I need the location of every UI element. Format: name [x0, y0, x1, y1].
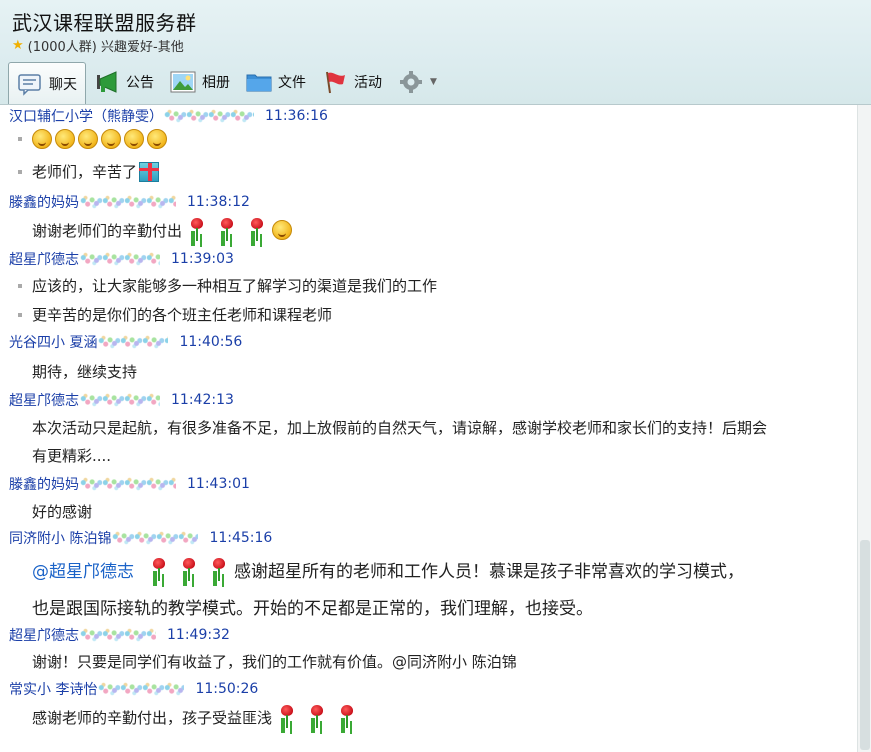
blush-emoji-icon	[124, 129, 144, 149]
chevron-down-icon: ▼	[430, 77, 437, 87]
tab-album-label: 相册	[202, 75, 230, 91]
message-sender[interactable]: 汉口辅仁小学（熊静雯） 11:36:16	[9, 106, 328, 126]
message-line: 更辛苦的是你们的各个班主任老师和课程老师	[18, 304, 332, 325]
message-sender[interactable]: 滕鑫的妈妈 11:38:12	[9, 192, 250, 212]
rose-icon	[249, 218, 265, 242]
rose-icon	[211, 557, 227, 582]
sad-emoji-icon	[55, 129, 75, 149]
group-subtitle: ★ (1000人群) 兴趣爱好-其他	[12, 36, 184, 55]
group-header: 武汉课程联盟服务群 ★ (1000人群) 兴趣爱好-其他 聊天 公告 相册 文件…	[0, 0, 871, 105]
message-line: 感谢老师的辛勤付出，孩子受益匪浅	[18, 705, 362, 729]
rose-icon	[189, 218, 205, 242]
message-sender[interactable]: 光谷四小 夏涵 11:40:56	[9, 332, 242, 352]
folder-icon	[246, 70, 272, 94]
message-sender[interactable]: 超星邝德志 11:42:13	[9, 390, 234, 410]
photo-icon	[170, 70, 196, 94]
masked-id	[80, 628, 156, 642]
smile-emoji-icon	[32, 129, 52, 149]
tab-announcement-label: 公告	[126, 75, 154, 91]
scrollbar-thumb[interactable]	[860, 540, 870, 750]
message-line: 有更精彩....	[32, 447, 112, 465]
rose-icon	[309, 705, 325, 729]
rose-icon	[181, 557, 197, 582]
message-sender[interactable]: 滕鑫的妈妈 11:43:01	[9, 474, 250, 494]
mention-link[interactable]: @超星邝德志	[32, 557, 134, 582]
gift-icon	[139, 161, 160, 182]
grin-emoji-icon	[78, 129, 98, 149]
tab-files-label: 文件	[278, 75, 306, 91]
message-line: 也是跟国际接轨的教学模式。开始的不足都是正常的，我们理解，也接受。	[32, 599, 593, 619]
tab-activity-label: 活动	[354, 75, 382, 91]
group-info: (1000人群) 兴趣爱好-其他	[27, 40, 184, 55]
masked-id	[80, 195, 176, 209]
masked-id	[80, 393, 160, 407]
rose-icon	[339, 705, 355, 729]
tab-chat-label: 聊天	[49, 76, 77, 93]
rose-icon	[151, 557, 167, 582]
smile-emoji-icon	[272, 220, 293, 240]
group-title: 武汉课程联盟服务群	[12, 11, 197, 35]
star-icon: ★	[12, 38, 24, 53]
message-line	[18, 129, 170, 149]
masked-id	[80, 252, 160, 266]
chat-history[interactable]: 汉口辅仁小学（熊静雯） 11:36:16 老师们，辛苦了 滕鑫的妈妈 11:38…	[0, 105, 858, 752]
tab-album[interactable]: 相册	[162, 63, 238, 101]
settings-button[interactable]: ▼	[390, 63, 445, 101]
masked-id	[164, 109, 254, 123]
rose-icon	[279, 705, 295, 729]
rose-icon	[219, 218, 235, 242]
message-sender[interactable]: 超星邝德志 11:39:03	[9, 249, 234, 269]
message-sender[interactable]: 常实小 李诗怡 11:50:26	[9, 679, 258, 699]
message-line: 期待，继续支持	[32, 363, 138, 381]
message-line: 谢谢！只要是同学们有收益了，我们的工作就有价值。@同济附小 陈泊锦	[32, 653, 517, 671]
message-line: 好的感谢	[32, 503, 93, 521]
masked-id	[98, 335, 169, 349]
tab-activity[interactable]: 活动	[314, 63, 390, 101]
gear-icon	[398, 70, 424, 94]
masked-id	[112, 531, 199, 545]
flag-icon	[322, 70, 348, 94]
toolbar: 聊天 公告 相册 文件 活动 ▼	[8, 62, 445, 104]
scrollbar[interactable]	[857, 105, 871, 752]
message-sender[interactable]: 同济附小 陈泊锦 11:45:16	[9, 528, 272, 548]
message-line: 谢谢老师们的辛勤付出	[18, 218, 295, 242]
message-sender[interactable]: 超星邝德志 11:49:32	[9, 625, 230, 645]
masked-id	[80, 477, 176, 491]
message-line: 应该的，让大家能够多一种相互了解学习的渠道是我们的工作	[18, 275, 437, 296]
megaphone-icon	[94, 70, 120, 94]
laugh-emoji-icon	[101, 129, 121, 149]
message-line: @超星邝德志 感谢超星所有的老师和工作人员！慕课是孩子非常喜欢的学习模式，	[18, 557, 744, 582]
cheer-emoji-icon	[147, 129, 167, 149]
tab-files[interactable]: 文件	[238, 63, 314, 101]
tab-chat[interactable]: 聊天	[8, 62, 86, 104]
chat-icon	[17, 72, 43, 96]
message-line: 老师们，辛苦了	[18, 161, 160, 182]
tab-announcement[interactable]: 公告	[86, 63, 162, 101]
message-line: 本次活动只是起航，有很多准备不足，加上放假前的自然天气，请谅解，感谢学校老师和家…	[32, 419, 768, 437]
masked-id	[98, 682, 185, 696]
